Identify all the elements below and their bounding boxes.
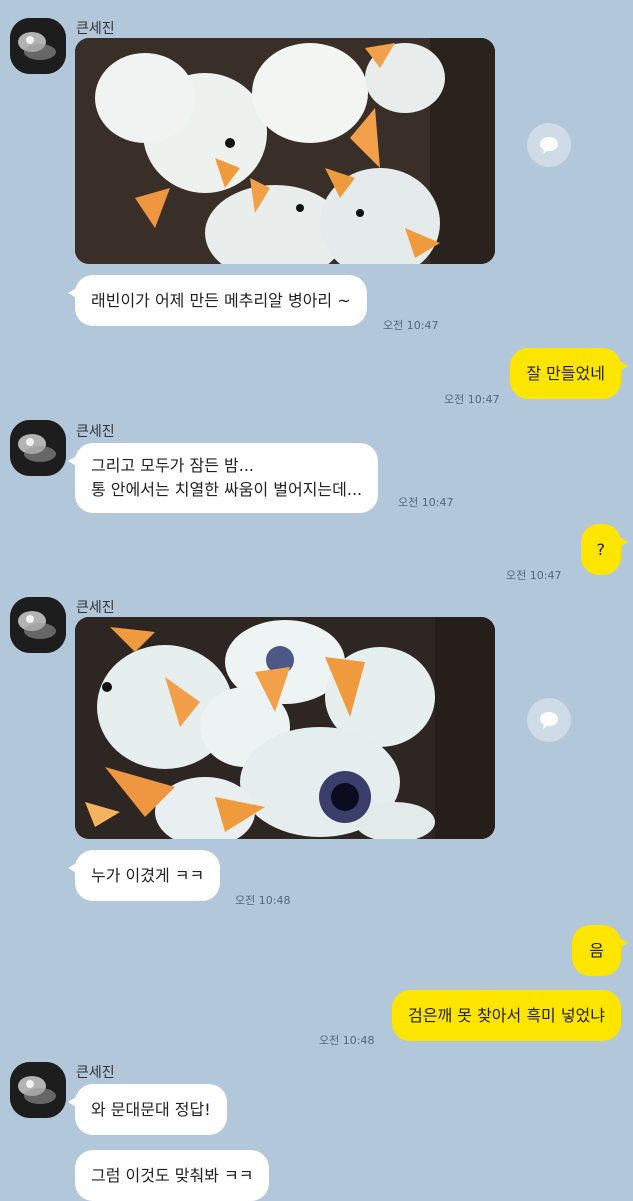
message-bubble[interactable]: 그리고 모두가 잠든 밤... 통 안에서는 치열한 싸움이 벌어지는데...	[67, 443, 379, 513]
avatar-photo	[10, 1062, 66, 1118]
message-text: 와 문대문대 정답!	[91, 1100, 211, 1119]
avatar-photo	[10, 420, 66, 476]
avatar[interactable]	[10, 597, 66, 653]
message-text: 래빈이가 어제 만든 메추리알 병아리 ~	[91, 291, 351, 310]
message-text: ?	[596, 540, 606, 559]
my-message-bubble[interactable]: 검은깨 못 찾아서 흑미 넣었냐	[392, 990, 621, 1041]
quail-egg-fight-photo	[75, 617, 495, 839]
photo-message-fight[interactable]	[75, 617, 495, 839]
timestamp: 오전 10:47	[506, 569, 562, 582]
avatar-photo	[10, 18, 66, 74]
timestamp: 오전 10:47	[444, 393, 500, 406]
my-message-bubble[interactable]: 음	[572, 925, 628, 976]
message-text: 그럼 이것도 맞춰봐 ㅋㅋ	[91, 1166, 254, 1185]
sender-name: 큰세진	[76, 600, 115, 616]
timestamp: 오전 10:47	[398, 496, 454, 509]
my-message-bubble[interactable]: 잘 만들었네	[510, 348, 628, 399]
message-text-line: 통 안에서는 치열한 싸움이 벌어지는데...	[91, 480, 363, 499]
avatar[interactable]	[10, 1062, 66, 1118]
sender-name: 큰세진	[76, 1065, 115, 1081]
message-bubble[interactable]: 래빈이가 어제 만든 메추리알 병아리 ~	[68, 275, 367, 326]
share-bubble-icon	[540, 137, 558, 154]
share-button[interactable]	[527, 123, 571, 167]
message-text: 음	[589, 941, 604, 960]
timestamp: 오전 10:48	[319, 1034, 375, 1047]
message-bubble[interactable]: 그럼 이것도 맞춰봐 ㅋㅋ	[75, 1150, 270, 1201]
avatar[interactable]	[10, 18, 66, 74]
message-text: 검은깨 못 찾아서 흑미 넣었냐	[408, 1006, 605, 1025]
sender-name: 큰세진	[76, 21, 115, 37]
message-text-line: 그리고 모두가 잠든 밤...	[91, 456, 254, 475]
sender-name: 큰세진	[76, 424, 115, 440]
my-message-bubble[interactable]: ?	[580, 524, 628, 575]
quail-egg-chicks-photo	[75, 38, 495, 264]
timestamp: 오전 10:47	[383, 319, 439, 332]
message-bubble[interactable]: 누가 이겼게 ㅋㅋ	[67, 850, 221, 901]
message-text: 누가 이겼게 ㅋㅋ	[91, 866, 205, 885]
share-bubble-icon	[540, 712, 558, 729]
share-button[interactable]	[527, 698, 571, 742]
avatar[interactable]	[10, 420, 66, 476]
message-text: 잘 만들었네	[526, 364, 605, 383]
photo-message-chicks[interactable]	[75, 38, 495, 264]
message-bubble[interactable]: 와 문대문대 정답!	[68, 1084, 227, 1135]
timestamp: 오전 10:48	[235, 894, 291, 907]
avatar-photo	[10, 597, 66, 653]
